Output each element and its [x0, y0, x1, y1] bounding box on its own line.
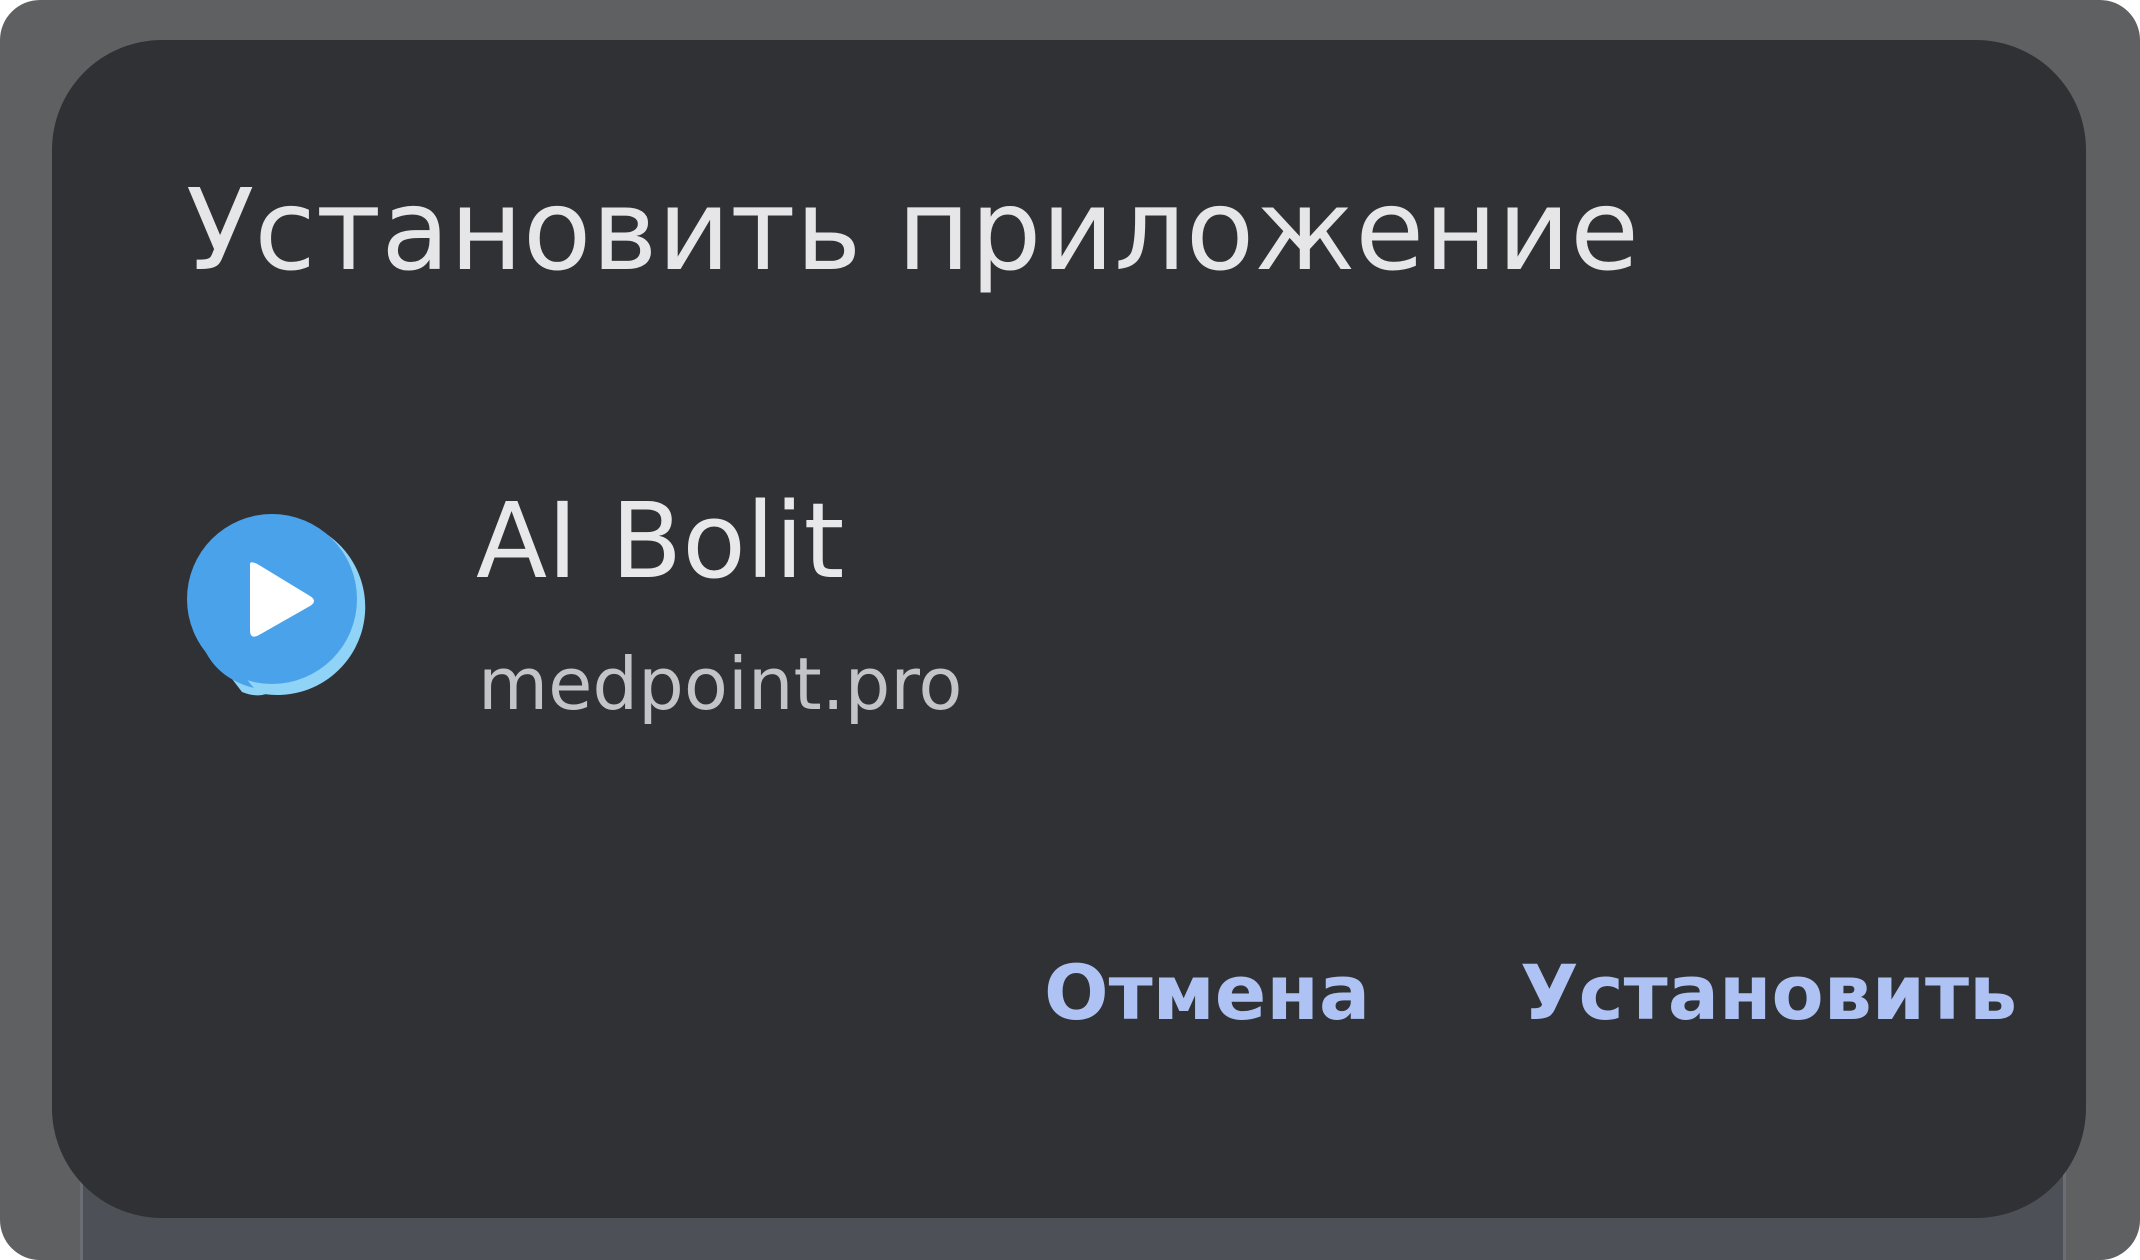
app-source-domain: medpoint.pro — [478, 642, 963, 726]
install-button[interactable]: Установить — [1520, 948, 2017, 1037]
cancel-button[interactable]: Отмена — [1044, 948, 1370, 1037]
dialog-title: Установить приложение — [186, 166, 1640, 296]
play-chat-bubble-icon — [182, 502, 372, 702]
screen-scrim: Установить приложение AI Bolit medpoint.… — [0, 0, 2140, 1260]
install-app-dialog: Установить приложение AI Bolit medpoint.… — [52, 40, 2086, 1218]
app-name: AI Bolit — [476, 480, 845, 602]
